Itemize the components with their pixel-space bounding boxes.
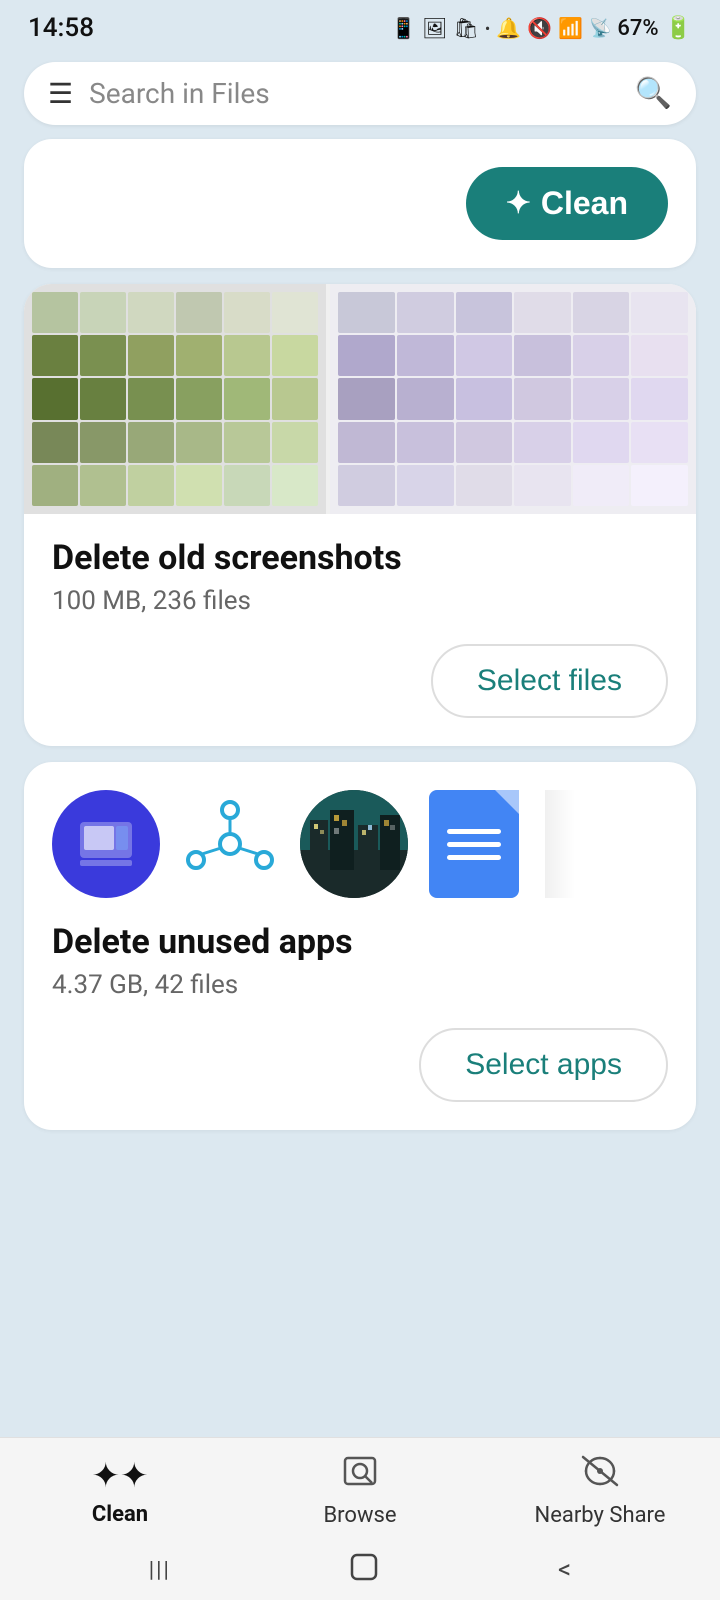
clean-nav-label: Clean xyxy=(92,1502,148,1527)
clean-button-label: Clean xyxy=(541,185,628,222)
apps-card-title: Delete unused apps xyxy=(52,922,668,962)
browse-nav-icon xyxy=(343,1454,377,1497)
gallery-icon: 🖼 xyxy=(422,16,447,40)
select-files-button[interactable]: Select files xyxy=(431,644,668,718)
browse-nav-label: Browse xyxy=(323,1503,396,1528)
recents-gesture[interactable]: ||| xyxy=(149,1558,171,1583)
search-bar[interactable]: ☰ Search in Files 🔍 xyxy=(24,62,696,125)
screenshots-card-subtitle: 100 MB, 236 files xyxy=(52,586,668,616)
screenshot-preview xyxy=(24,284,696,514)
screenshots-card-title: Delete old screenshots xyxy=(52,538,668,578)
search-icon[interactable]: 🔍 xyxy=(635,76,672,111)
more-apps-indicator xyxy=(540,790,580,898)
wifi-icon: 📶 xyxy=(558,16,583,40)
search-bar-container: ☰ Search in Files 🔍 xyxy=(0,52,720,135)
clean-nav-icon: ✦✦ xyxy=(92,1456,149,1496)
nearby-nav-label: Nearby Share xyxy=(535,1503,666,1528)
mute-icon: 🔇 xyxy=(527,16,552,40)
bag-icon: 🛍 xyxy=(453,16,478,40)
nav-item-browse[interactable]: Browse xyxy=(240,1454,480,1528)
nearby-nav-icon xyxy=(580,1454,620,1497)
status-bar: 14:58 📱 🖼 🛍 • 🔔 🔇 📶 📡 67% 🔋 xyxy=(0,0,720,52)
screenshot-right-preview xyxy=(330,284,696,514)
apps-card-body: Delete unused apps 4.37 GB, 42 files Sel… xyxy=(24,898,696,1130)
app-icon-4 xyxy=(424,790,524,898)
apps-icons-row xyxy=(24,762,696,898)
battery-level: 67% xyxy=(617,16,658,41)
back-gesture[interactable]: < xyxy=(558,1555,571,1585)
app-icon-1 xyxy=(52,790,160,898)
screenshots-card-body: Delete old screenshots 100 MB, 236 files… xyxy=(24,514,696,746)
home-gesture[interactable] xyxy=(348,1551,380,1590)
gesture-bar: ||| < xyxy=(0,1540,720,1600)
status-icons: 📱 🖼 🛍 • 🔔 🔇 📶 📡 67% 🔋 xyxy=(391,16,692,41)
sparkle-icon: ✦ xyxy=(506,186,531,221)
menu-icon[interactable]: ☰ xyxy=(48,77,73,110)
apps-card-subtitle: 4.37 GB, 42 files xyxy=(52,970,668,1000)
search-input-placeholder[interactable]: Search in Files xyxy=(89,77,619,110)
status-time: 14:58 xyxy=(28,13,94,43)
clean-button[interactable]: ✦ Clean xyxy=(466,167,668,240)
bottom-navigation: ✦✦ Clean Browse Nearby Share xyxy=(0,1437,720,1540)
apps-action-row: Select apps xyxy=(52,1028,668,1102)
screenshots-action-row: Select files xyxy=(52,644,668,718)
dot-icon: • xyxy=(485,19,490,38)
screenshots-card: Delete old screenshots 100 MB, 236 files… xyxy=(24,284,696,746)
app-icon-2 xyxy=(176,790,284,898)
alarm-icon: 🔔 xyxy=(496,16,521,40)
sim-icon: 📱 xyxy=(391,16,416,40)
select-apps-button[interactable]: Select apps xyxy=(419,1028,668,1102)
nav-item-nearby[interactable]: Nearby Share xyxy=(480,1454,720,1528)
apps-card: Delete unused apps 4.37 GB, 42 files Sel… xyxy=(24,762,696,1130)
clean-card-top: ✦ Clean xyxy=(24,139,696,268)
battery-icon: 🔋 xyxy=(665,16,692,41)
app-icon-3 xyxy=(300,790,408,898)
screenshot-left-preview xyxy=(24,284,326,514)
signal-icon: 📡 xyxy=(589,18,611,39)
nav-item-clean[interactable]: ✦✦ Clean xyxy=(0,1456,240,1527)
